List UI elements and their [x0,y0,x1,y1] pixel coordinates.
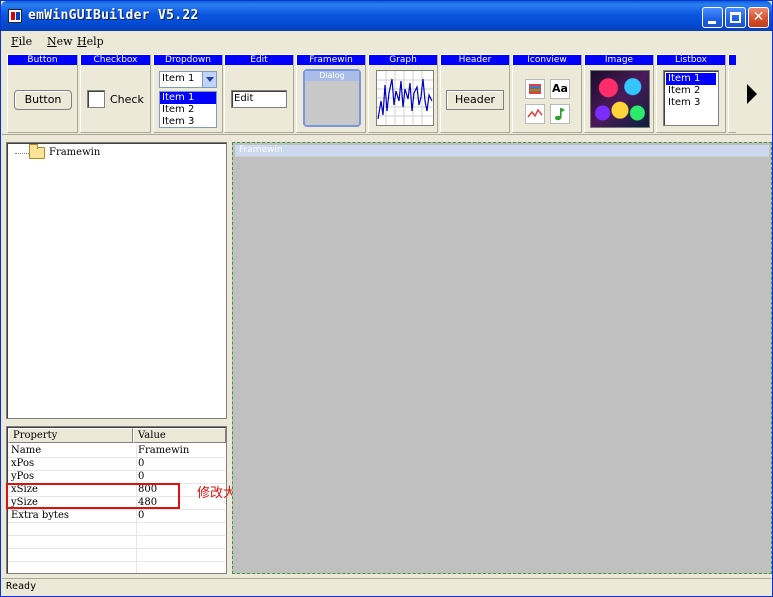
table-row[interactable]: Name Framewin [8,445,226,458]
image-preview [590,70,650,128]
tool-edit-head: Edit [225,55,293,65]
status-bar: Ready [2,578,772,596]
title-bar[interactable]: emWinGUIBuilder V5.22 ✕ [1,1,772,31]
framewin-preview: Dialog [303,69,361,127]
table-row-empty [8,536,226,549]
tool-framewin[interactable]: Framewin Dialog [296,54,366,133]
framewin-client-area[interactable] [235,156,769,571]
tool-image-head: Image [585,55,653,65]
tool-header[interactable]: Header Header [440,54,510,133]
scroll-right-arrow-icon[interactable] [747,84,757,104]
header-preview: Header [446,90,504,110]
dropdown-list: Item 1 Item 2 Item 3 [159,91,217,128]
dropdown-selected-value: Item 1 [162,73,195,84]
menu-file[interactable]: File [11,35,32,48]
column-header-value[interactable]: Value [133,428,226,443]
status-text: Ready [6,581,37,592]
maximize-icon [730,12,741,23]
table-row[interactable]: Extra bytes 0 [8,510,226,523]
table-row[interactable]: xPos 0 [8,458,226,471]
menu-help[interactable]: Help [77,35,104,48]
listbox-preview: Item 1 Item 2 Item 3 [663,70,719,126]
app-window: emWinGUIBuilder V5.22 ✕ File New Help Bu… [0,0,773,597]
tool-iconview[interactable]: Iconview Aa [512,54,582,133]
listbox-item: Item 2 [668,85,701,96]
table-row-empty [8,523,226,536]
table-row-empty [8,549,226,562]
tool-listbox[interactable]: Listbox Item 1 Item 2 Item 3 [656,54,726,133]
design-canvas[interactable]: Framewin [232,142,772,574]
column-header-property[interactable]: Property [8,428,133,443]
menu-new[interactable]: New [47,35,73,48]
listbox-item: Item 1 [666,73,716,85]
music-note-icon [550,104,570,124]
dropdown-list-item: Item 3 [162,116,195,127]
checkbox-icon [87,90,105,108]
tool-framewin-head: Framewin [297,55,365,65]
minimize-icon [708,21,716,24]
widget-tree[interactable]: Framewin [6,142,227,419]
tool-checkbox-head: Checkbox [81,55,150,65]
annotation-highlight-box [6,483,180,509]
maximize-button[interactable] [725,7,746,28]
chevron-down-icon [202,72,216,87]
tree-item-framewin[interactable]: Framewin [49,147,100,158]
dropdown-list-item: Item 1 [160,92,216,104]
listbox-item: Item 3 [668,97,701,108]
framewin-preview-caption: Dialog [305,71,359,81]
minimize-button[interactable] [702,7,723,28]
framewin-caption[interactable]: Framewin [235,145,769,156]
tool-iconview-head: Iconview [513,55,581,65]
dropdown-select: Item 1 [159,71,217,88]
chart-icon [525,104,545,124]
tool-listbox-head: Listbox [657,55,725,65]
tool-graph[interactable]: Graph [368,54,438,133]
font-aa-icon: Aa [550,79,570,99]
tool-dropdown[interactable]: Dropdown Item 1 Item 1 Item 2 Item 3 [153,54,223,133]
close-icon: ✕ [752,9,765,25]
widget-toolbar: Button Button Checkbox Check Dropdown It… [2,52,772,135]
tool-image[interactable]: Image [584,54,654,133]
menu-bar: File New Help [2,32,772,52]
tool-edit[interactable]: Edit Edit [224,54,294,133]
close-button[interactable]: ✕ [748,7,769,28]
tree-connector [15,153,29,154]
graph-icon [377,71,433,125]
sample-button: Button [14,90,72,110]
book-icon [525,79,545,99]
graph-preview [376,70,434,126]
tool-dropdown-head: Dropdown [154,55,222,65]
dropdown-list-item: Item 2 [162,104,195,115]
tool-button-head: Button [8,55,77,65]
tool-next-partial[interactable] [728,54,736,133]
edit-field-sample: Edit [231,90,287,108]
folder-icon [29,144,45,159]
tool-checkbox[interactable]: Checkbox Check [80,54,151,133]
tool-graph-head: Graph [369,55,437,65]
app-icon[interactable] [8,9,22,23]
tool-header-head: Header [441,55,509,65]
window-title: emWinGUIBuilder V5.22 [28,8,199,23]
tool-button[interactable]: Button Button [7,54,78,133]
table-row-empty [8,562,226,573]
checkbox-label: Check [110,93,144,106]
